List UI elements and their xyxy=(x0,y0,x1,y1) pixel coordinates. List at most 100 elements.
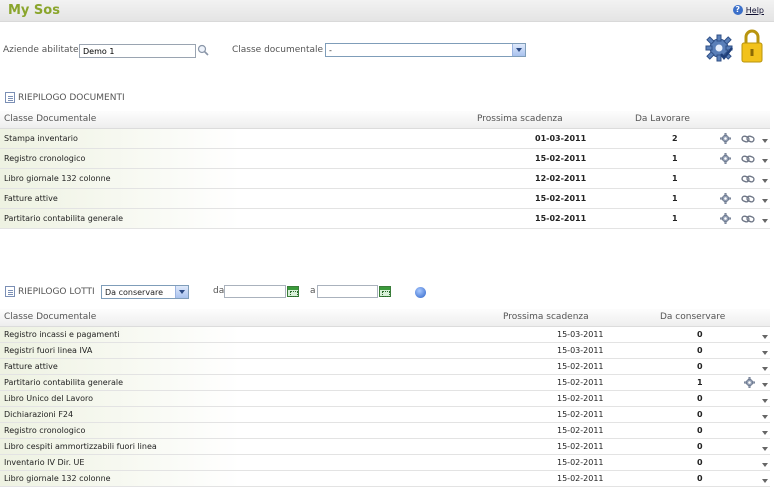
table-row[interactable]: Registro cronologico 15-02-2011 0 xyxy=(0,423,770,439)
chevron-down-icon[interactable] xyxy=(762,463,768,467)
refresh-icon[interactable] xyxy=(415,287,426,298)
classe-label: Classe documentale xyxy=(232,45,324,55)
classe-cell[interactable]: Registri fuori linea IVA xyxy=(4,346,92,355)
documenti-table-header: Classe Documentale Prossima scadenza Da … xyxy=(0,111,770,129)
scadenza-cell: 15-02-2011 xyxy=(557,362,604,371)
scadenza-cell: 15-03-2011 xyxy=(557,346,604,355)
chevron-down-icon[interactable] xyxy=(762,415,768,419)
conservare-cell: 0 xyxy=(697,330,703,339)
table-row[interactable]: Libro cespiti ammortizzabili fuori linea… xyxy=(0,439,770,455)
chevron-down-icon[interactable] xyxy=(762,383,768,387)
lotti-title-text: RIEPILOGO LOTTI xyxy=(18,286,95,297)
a-date-input[interactable] xyxy=(317,285,378,298)
chain-link-icon[interactable] xyxy=(741,214,755,224)
chevron-down-icon[interactable] xyxy=(762,351,768,355)
chevron-down-icon[interactable] xyxy=(762,199,768,203)
search-icon[interactable] xyxy=(197,44,209,56)
col-classe: Classe Documentale xyxy=(4,312,97,322)
lotti-status-value: Da conservare xyxy=(105,288,164,297)
chevron-down-icon[interactable] xyxy=(762,159,768,163)
chevron-down-icon[interactable] xyxy=(762,335,768,339)
chevron-down-icon[interactable] xyxy=(762,367,768,371)
table-row[interactable]: Fatture attive 15-02-2011 1 xyxy=(0,189,770,209)
settings-gear-icon[interactable] xyxy=(705,34,735,64)
table-row[interactable]: Fatture attive 15-02-2011 0 xyxy=(0,359,770,375)
documenti-title-text: RIEPILOGO DOCUMENTI xyxy=(18,92,125,103)
table-row[interactable]: Registro incassi e pagamenti 15-03-2011 0 xyxy=(0,327,770,343)
gear-icon[interactable] xyxy=(720,193,731,204)
table-row[interactable]: Libro giornale 132 colonne 12-02-2011 1 xyxy=(0,169,770,189)
help-icon[interactable]: ? xyxy=(732,5,743,15)
classe-cell[interactable]: Fatture attive xyxy=(4,362,58,371)
chevron-down-icon[interactable] xyxy=(762,431,768,435)
help-label[interactable]: Help xyxy=(746,6,764,15)
chevron-down-icon[interactable] xyxy=(762,219,768,223)
chevron-down-icon[interactable] xyxy=(762,139,768,143)
chevron-down-icon[interactable] xyxy=(762,479,768,483)
classe-cell[interactable]: Registro cronologico xyxy=(4,154,85,163)
da-date-input[interactable] xyxy=(224,285,286,298)
classe-cell[interactable]: Registro cronologico xyxy=(4,426,85,435)
classe-cell[interactable]: Fatture attive xyxy=(4,194,58,203)
scadenza-cell: 15-02-2011 xyxy=(557,410,604,419)
conservare-cell: 1 xyxy=(697,378,703,387)
chevron-down-icon[interactable] xyxy=(762,179,768,183)
chevron-down-icon[interactable] xyxy=(762,447,768,451)
table-row[interactable]: Registro cronologico 15-02-2011 1 xyxy=(0,149,770,169)
calendar-icon[interactable] xyxy=(287,286,299,297)
documenti-section-title: RIEPILOGO DOCUMENTI xyxy=(5,92,125,103)
lock-icon[interactable] xyxy=(740,28,764,64)
classe-cell[interactable]: Registro incassi e pagamenti xyxy=(4,330,120,339)
gear-icon[interactable] xyxy=(744,377,755,388)
classe-cell[interactable]: Dichiarazioni F24 xyxy=(4,410,73,419)
classe-cell[interactable]: Partitario contabilita generale xyxy=(4,214,123,223)
gear-icon[interactable] xyxy=(720,133,731,144)
lavorare-cell: 1 xyxy=(672,154,678,163)
table-row[interactable]: Libro giornale 132 colonne 15-02-2011 0 xyxy=(0,471,770,487)
chain-link-icon[interactable] xyxy=(741,174,755,184)
gear-icon[interactable] xyxy=(720,213,731,224)
classe-cell[interactable]: Libro giornale 132 colonne xyxy=(4,474,111,483)
classe-cell[interactable]: Libro Unico del Lavoro xyxy=(4,394,93,403)
aziende-input[interactable]: Demo 1 xyxy=(79,44,196,58)
scadenza-cell: 15-02-2011 xyxy=(535,194,587,203)
calendar-icon[interactable] xyxy=(379,286,391,297)
chain-link-icon[interactable] xyxy=(741,194,755,204)
scadenza-cell: 15-02-2011 xyxy=(557,394,604,403)
chain-link-icon[interactable] xyxy=(741,134,755,144)
table-row[interactable]: Inventario IV Dir. UE 15-02-2011 0 xyxy=(0,455,770,471)
scadenza-cell: 15-03-2011 xyxy=(557,330,604,339)
table-row[interactable]: Stampa inventario 01-03-2011 2 xyxy=(0,129,770,149)
conservare-cell: 0 xyxy=(697,474,703,483)
classe-select[interactable]: - xyxy=(325,43,526,57)
scadenza-cell: 01-03-2011 xyxy=(535,134,587,143)
table-row[interactable]: Partitario contabilita generale 15-02-201… xyxy=(0,375,770,391)
gear-icon[interactable] xyxy=(720,153,731,164)
chevron-down-icon[interactable] xyxy=(512,44,525,56)
lotti-rows: Registro incassi e pagamenti 15-03-2011 0 R… xyxy=(0,327,770,487)
table-row[interactable]: Dichiarazioni F24 15-02-2011 0 xyxy=(0,407,770,423)
conservare-cell: 0 xyxy=(697,442,703,451)
scadenza-cell: 15-02-2011 xyxy=(557,378,604,387)
classe-cell[interactable]: Inventario IV Dir. UE xyxy=(4,458,84,467)
classe-cell[interactable]: Libro giornale 132 colonne xyxy=(4,174,111,183)
scadenza-cell: 15-02-2011 xyxy=(535,214,587,223)
chevron-down-icon[interactable] xyxy=(762,399,768,403)
lotti-status-select[interactable]: Da conservare xyxy=(101,285,189,299)
classe-cell[interactable]: Partitario contabilita generale xyxy=(4,378,123,387)
lotti-table: Classe Documentale Prossima scadenza Da … xyxy=(0,309,770,487)
da-label: da xyxy=(213,286,225,296)
table-row[interactable]: Registri fuori linea IVA 15-03-2011 0 xyxy=(0,343,770,359)
classe-cell[interactable]: Stampa inventario xyxy=(4,134,78,143)
table-row[interactable]: Partitario contabilita generale 15-02-201… xyxy=(0,209,770,229)
title-bar: My Sos ? Help xyxy=(0,0,774,22)
app-title: My Sos xyxy=(8,3,60,18)
classe-cell[interactable]: Libro cespiti ammortizzabili fuori linea xyxy=(4,442,157,451)
scadenza-cell: 15-02-2011 xyxy=(557,442,604,451)
chevron-down-icon[interactable] xyxy=(175,286,188,298)
help-link[interactable]: ? Help xyxy=(732,5,764,15)
scadenza-cell: 15-02-2011 xyxy=(535,154,587,163)
scadenza-cell: 15-02-2011 xyxy=(557,474,604,483)
table-row[interactable]: Libro Unico del Lavoro 15-02-2011 0 xyxy=(0,391,770,407)
chain-link-icon[interactable] xyxy=(741,154,755,164)
